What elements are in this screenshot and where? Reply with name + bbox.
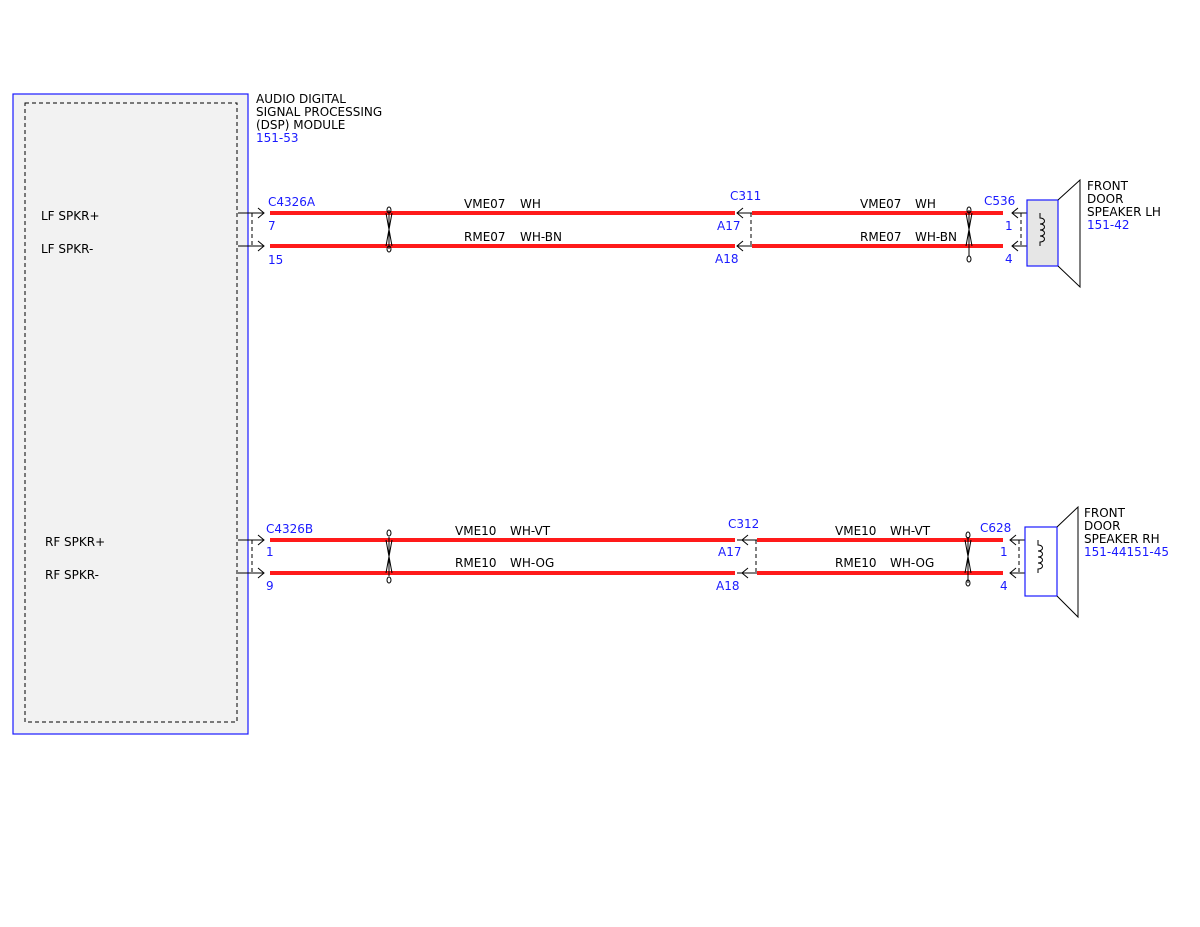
connector-c536-pin-1: 1	[1005, 219, 1013, 233]
wire-vme10-color-2: WH-VT	[890, 524, 931, 538]
wire-rme10-circuit-1: RME10	[455, 556, 497, 570]
wire-vme07-color-1: WH	[520, 197, 541, 211]
speaker-lh-title-line3: SPEAKER LH	[1087, 205, 1161, 219]
wire-vme10-color-1: WH-VT	[510, 524, 551, 538]
speaker-lh-title-line1: FRONT	[1087, 179, 1129, 193]
pin-label-rf-plus: RF SPKR+	[45, 535, 105, 549]
speaker-rh-ref[interactable]: 151-44151-45	[1084, 545, 1169, 559]
wire-rme07-circuit-1: RME07	[464, 230, 506, 244]
connector-c628-pin-1: 1	[1000, 545, 1008, 559]
speaker-rh-title-line3: SPEAKER RH	[1084, 532, 1160, 546]
speaker-lh-title-line2: DOOR	[1087, 192, 1123, 206]
dsp-module-title-line2: SIGNAL PROCESSING	[256, 105, 382, 119]
wire-vme07-circuit-2: VME07	[860, 197, 901, 211]
lf-circuit: C4326A 7 15 VME07 WH RME07 WH-BN C311 A1…	[238, 178, 1081, 289]
twisted-pair-symbol	[385, 529, 393, 584]
wire-rme07-circuit-2: RME07	[860, 230, 902, 244]
connector-c312-label[interactable]: C312	[728, 517, 759, 531]
speaker-icon	[1024, 505, 1079, 619]
wiring-diagram: AUDIO DIGITAL SIGNAL PROCESSING (DSP) MO…	[12, 92, 1169, 735]
connector-c4326a-pin-7: 7	[268, 219, 276, 233]
connector-c311-pin-a17: A17	[717, 219, 740, 233]
dsp-module-ref[interactable]: 151-53	[256, 131, 299, 145]
connector-c628-label[interactable]: C628	[980, 521, 1011, 535]
wire-rme10-circuit-2: RME10	[835, 556, 877, 570]
speaker-icon	[1026, 178, 1081, 289]
wire-vme07-color-2: WH	[915, 197, 936, 211]
connector-c4326a-label[interactable]: C4326A	[268, 195, 316, 209]
dsp-module-title-line3: (DSP) MODULE	[256, 118, 345, 132]
connector-c4326b-label[interactable]: C4326B	[266, 522, 313, 536]
connector-c4326a-pin-15: 15	[268, 253, 283, 267]
connector-c311-pin-a18: A18	[715, 252, 738, 266]
wire-vme10-circuit-2: VME10	[835, 524, 876, 538]
speaker-rh-title-line1: FRONT	[1084, 506, 1126, 520]
speaker-rh-title-line2: DOOR	[1084, 519, 1120, 533]
connector-c628-pin-4: 4	[1000, 579, 1008, 593]
connector-c312-pin-a17: A17	[718, 545, 741, 559]
wire-vme10-circuit-1: VME10	[455, 524, 496, 538]
connector-c312-pin-a18: A18	[716, 579, 739, 593]
wire-rme07-color-2: WH-BN	[915, 230, 957, 244]
speaker-lh-ref[interactable]: 151-42	[1087, 218, 1130, 232]
pin-label-rf-minus: RF SPKR-	[45, 568, 99, 582]
pin-label-lf-minus: LF SPKR-	[41, 242, 93, 256]
wire-rme07-color-1: WH-BN	[520, 230, 562, 244]
connector-c536-pin-4: 4	[1005, 252, 1013, 266]
wire-vme07-circuit-1: VME07	[464, 197, 505, 211]
rf-circuit: C4326B 1 9 VME10 WH-VT RME10 WH-OG C312 …	[238, 505, 1079, 619]
wire-rme10-color-2: WH-OG	[890, 556, 934, 570]
dsp-module	[12, 93, 249, 735]
connector-c311-label[interactable]: C311	[730, 189, 761, 203]
connector-c536-label[interactable]: C536	[984, 194, 1015, 208]
pin-label-lf-plus: LF SPKR+	[41, 209, 100, 223]
dsp-module-title-line1: AUDIO DIGITAL	[256, 92, 346, 106]
wire-rme10-color-1: WH-OG	[510, 556, 554, 570]
connector-c4326b-pin-1: 1	[266, 545, 274, 559]
twisted-pair-symbol	[965, 206, 973, 263]
dsp-module-outline	[12, 93, 249, 735]
connector-c4326b-pin-9: 9	[266, 579, 274, 593]
